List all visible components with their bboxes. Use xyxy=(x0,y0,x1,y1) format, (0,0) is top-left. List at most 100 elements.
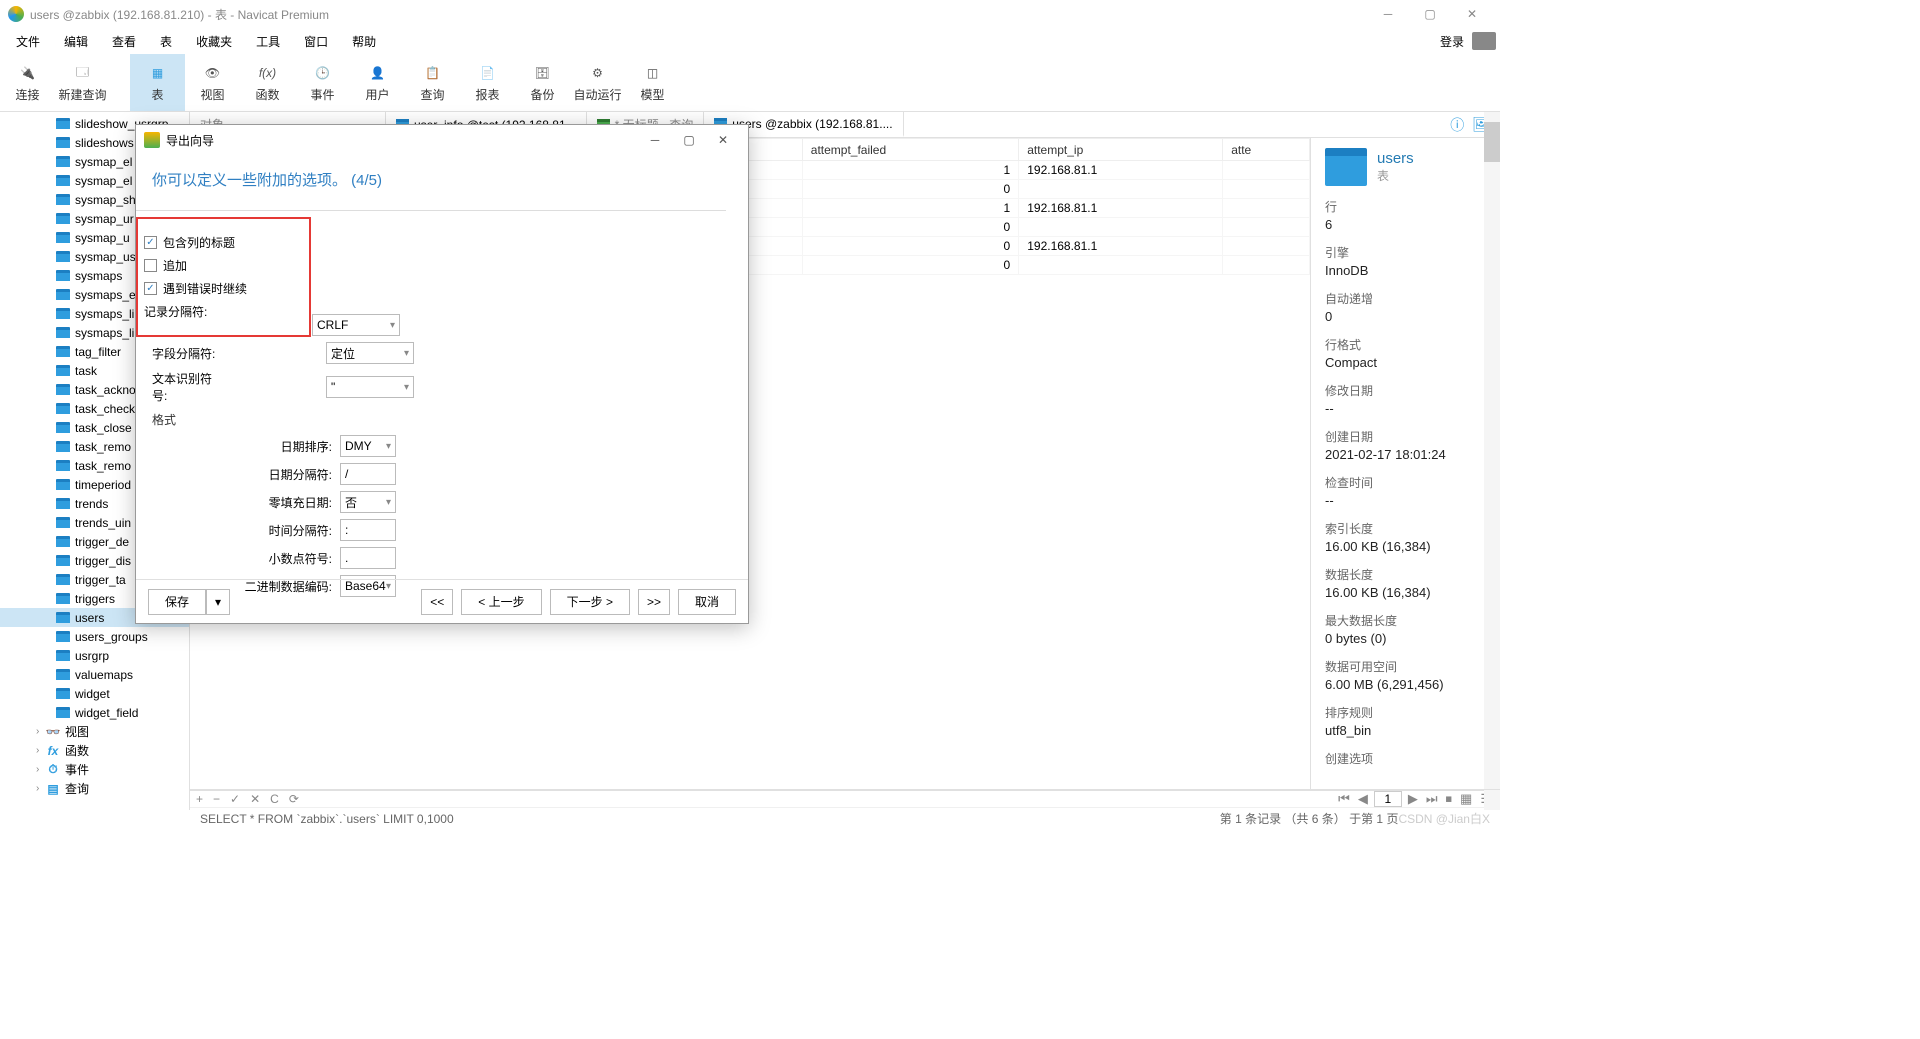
nav-last[interactable]: ⏭ xyxy=(1424,791,1440,807)
first-button[interactable]: << xyxy=(421,589,453,615)
inspector-engine: 引擎InnoDB xyxy=(1325,244,1486,278)
nav-prev[interactable]: ◀ xyxy=(1356,791,1370,807)
menu-favorites[interactable]: 收藏夹 xyxy=(184,29,244,54)
table-icon xyxy=(56,460,70,471)
time-separator-input[interactable] xyxy=(340,519,396,541)
nav-next[interactable]: ▶ xyxy=(1406,791,1420,807)
dialog-minimize[interactable]: ─ xyxy=(638,133,672,147)
tool-query[interactable]: 📋查询 xyxy=(405,54,460,111)
nav-stop[interactable]: ⏹ xyxy=(1444,791,1455,807)
scrollbar-vertical[interactable] xyxy=(1484,138,1500,789)
next-button[interactable]: 下一步 > xyxy=(550,589,630,615)
scrollbar-horizontal[interactable] xyxy=(190,789,1500,790)
plug-icon: 🔌 xyxy=(17,62,39,84)
tree-table-widget[interactable]: widget xyxy=(0,684,189,703)
tool-backup[interactable]: 🗄备份 xyxy=(515,54,570,111)
avatar-icon[interactable] xyxy=(1472,32,1496,50)
toolbar: 🔌连接 🗔新建查询 ▦表 👁视图 f(x)函数 🕒事件 👤用户 📋查询 📄报表 … xyxy=(0,54,1500,112)
dialog-close[interactable]: ✕ xyxy=(706,133,740,147)
event-icon: ⏱ xyxy=(46,763,60,777)
status-nav: 第 1 条记录 （共 6 条） 于第 1 页 xyxy=(1220,810,1399,827)
record-separator-select[interactable]: CRLF▾ xyxy=(312,314,400,336)
date-order-select[interactable]: DMY▾ xyxy=(340,435,396,457)
cancel-edit-button[interactable]: ✕ xyxy=(250,792,260,806)
close-button[interactable]: ✕ xyxy=(1452,2,1492,26)
tree-group-query[interactable]: ›▤查询 xyxy=(0,779,189,798)
menu-window[interactable]: 窗口 xyxy=(292,29,340,54)
tree-group-function[interactable]: ›fx函数 xyxy=(0,741,189,760)
col-attempt_ip[interactable]: attempt_ip xyxy=(1019,139,1223,161)
inspector-mod: 修改日期-- xyxy=(1325,382,1486,416)
login-link[interactable]: 登录 xyxy=(1432,29,1472,54)
col-atte[interactable]: atte xyxy=(1223,139,1310,161)
export-icon xyxy=(144,132,160,148)
zero-fill-select[interactable]: 否▾ xyxy=(340,491,396,513)
tree-table-valuemaps[interactable]: valuemaps xyxy=(0,665,189,684)
table-icon xyxy=(56,441,70,452)
view-grid-icon[interactable]: ▦ xyxy=(1458,791,1474,807)
tool-view[interactable]: 👁视图 xyxy=(185,54,240,111)
field-separator-select[interactable]: 定位▾ xyxy=(326,342,414,364)
inspector-subtitle: 表 xyxy=(1377,167,1414,184)
menubar: 文件 编辑 查看 表 收藏夹 工具 窗口 帮助 登录 xyxy=(0,28,1500,54)
table-icon xyxy=(56,403,70,414)
table-icon xyxy=(56,517,70,528)
col-attempt_failed[interactable]: attempt_failed xyxy=(802,139,1018,161)
tool-model[interactable]: ◫模型 xyxy=(625,54,680,111)
inspector-maxlen: 最大数据长度0 bytes (0) xyxy=(1325,612,1486,646)
inspector-panel: users 表 行6引擎InnoDB自动递增0行格式Compact修改日期--创… xyxy=(1310,138,1500,789)
tree-group-event[interactable]: ›⏱事件 xyxy=(0,760,189,779)
dialog-maximize[interactable]: ▢ xyxy=(672,133,706,147)
table-icon xyxy=(56,194,70,205)
tool-user[interactable]: 👤用户 xyxy=(350,54,405,111)
inspector-rowfmt: 行格式Compact xyxy=(1325,336,1486,370)
menu-edit[interactable]: 编辑 xyxy=(52,29,100,54)
backup-icon: 🗄 xyxy=(532,62,554,84)
inspector-createopt: 创建选项 xyxy=(1325,750,1486,767)
nav-first[interactable]: ⏮ xyxy=(1336,791,1352,807)
tool-newquery[interactable]: 🗔新建查询 xyxy=(55,54,110,111)
menu-view[interactable]: 查看 xyxy=(100,29,148,54)
tree-table-widget_field[interactable]: widget_field xyxy=(0,703,189,722)
table-icon xyxy=(56,593,70,604)
last-button[interactable]: >> xyxy=(638,589,670,615)
menu-file[interactable]: 文件 xyxy=(4,29,52,54)
cancel-button[interactable]: 取消 xyxy=(678,589,736,615)
apply-button[interactable]: ✓ xyxy=(230,792,240,806)
delete-row-button[interactable]: − xyxy=(213,792,220,806)
save-button[interactable]: 保存 xyxy=(148,589,206,615)
tool-table[interactable]: ▦表 xyxy=(130,54,185,111)
refresh-button[interactable]: ⟳ xyxy=(289,792,299,806)
app-icon xyxy=(8,6,24,22)
view-icon: 👁 xyxy=(202,62,224,84)
table-icon xyxy=(56,308,70,319)
add-row-button[interactable]: + xyxy=(196,792,203,806)
tree-table-usrgrp[interactable]: usrgrp xyxy=(0,646,189,665)
menu-help[interactable]: 帮助 xyxy=(340,29,388,54)
inspector-rows: 行6 xyxy=(1325,198,1486,232)
c-button[interactable]: C xyxy=(270,792,279,806)
menu-tools[interactable]: 工具 xyxy=(244,29,292,54)
page-input[interactable] xyxy=(1374,791,1402,807)
tool-autorun[interactable]: ⚙自动运行 xyxy=(570,54,625,111)
save-dropdown[interactable]: ▾ xyxy=(206,589,230,615)
grid-toolbar: + − ✓ ✕ C ⟳ ⏮ ◀ ▶ ⏭ ⏹ ▦ ☰ xyxy=(190,790,1500,807)
dialog-title: 导出向导 xyxy=(166,132,638,149)
tree-table-users_groups[interactable]: users_groups xyxy=(0,627,189,646)
menu-table[interactable]: 表 xyxy=(148,29,184,54)
tree-group-view[interactable]: ›👓视图 xyxy=(0,722,189,741)
text-qualifier-select[interactable]: "▾ xyxy=(326,376,414,398)
date-separator-input[interactable] xyxy=(340,463,396,485)
newquery-icon: 🗔 xyxy=(72,62,94,84)
tool-connect[interactable]: 🔌连接 xyxy=(0,54,55,111)
tool-function[interactable]: f(x)函数 xyxy=(240,54,295,111)
decimal-symbol-input[interactable] xyxy=(340,547,396,569)
tool-report[interactable]: 📄报表 xyxy=(460,54,515,111)
prev-button[interactable]: < 上一步 xyxy=(461,589,541,615)
info-icon[interactable]: ⓘ xyxy=(1450,115,1464,135)
minimize-button[interactable]: ─ xyxy=(1368,2,1408,26)
maximize-button[interactable]: ▢ xyxy=(1410,2,1450,26)
tool-event[interactable]: 🕒事件 xyxy=(295,54,350,111)
table-icon xyxy=(56,650,70,661)
query-icon: ▤ xyxy=(46,782,60,796)
